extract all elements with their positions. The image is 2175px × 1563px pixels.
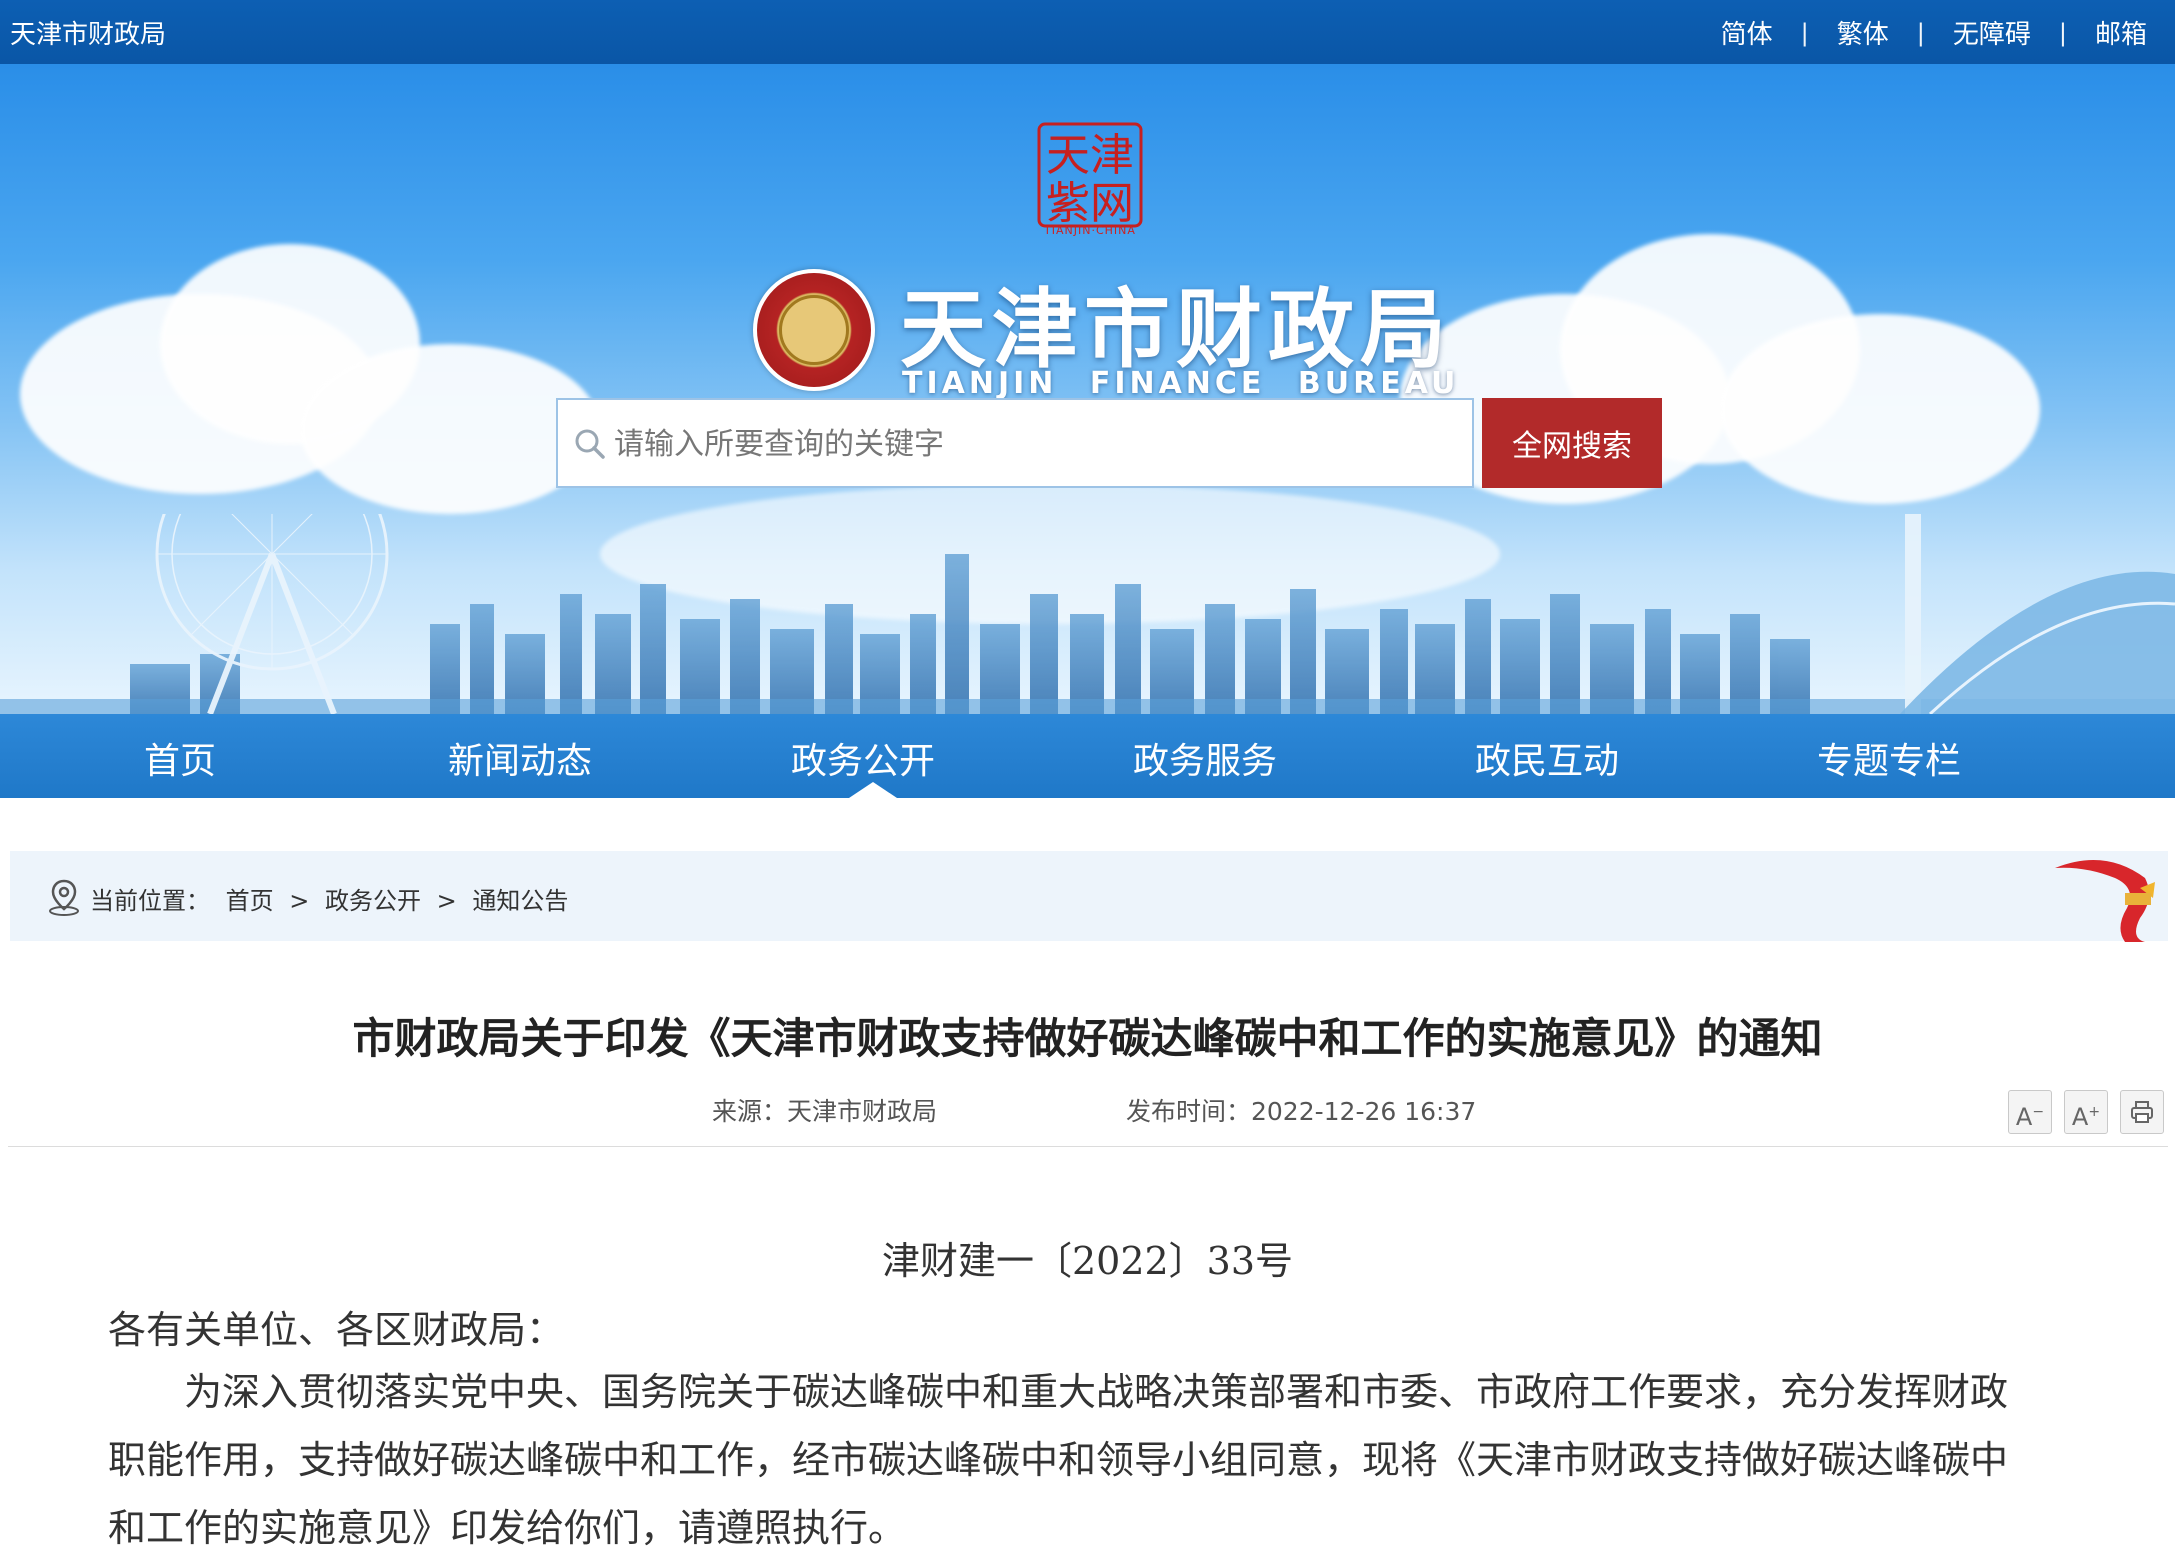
seal-text-bottom: 紫网 bbox=[1046, 178, 1134, 229]
link-traditional[interactable]: 繁体 bbox=[1809, 14, 1917, 51]
top-links: 简体 | 繁体 | 无障碍 | 邮箱 bbox=[1693, 14, 2147, 51]
breadcrumb: 当前位置： 首页 > 政务公开 > 通知公告 bbox=[10, 851, 2168, 941]
print-button[interactable] bbox=[2120, 1090, 2164, 1134]
salutation: 各有关单位、各区财政局： bbox=[108, 1308, 565, 1352]
breadcrumb-separator: > bbox=[436, 887, 457, 915]
article-publish-time: 发布时间：2022-12-26 16:37 bbox=[1126, 1097, 1477, 1126]
article-source: 来源：天津市财政局 bbox=[712, 1097, 938, 1126]
separator: | bbox=[1800, 18, 1809, 47]
seal-logo: 天津 紫网 bbox=[1037, 122, 1143, 229]
breadcrumb-separator: > bbox=[289, 887, 310, 915]
font-decrease-label: A bbox=[2015, 1103, 2033, 1131]
emblem-center bbox=[779, 295, 849, 365]
location-pin-icon bbox=[49, 879, 79, 916]
font-decrease-button[interactable]: A− bbox=[2008, 1090, 2052, 1134]
nav-item-gov-affairs[interactable]: 政务公开 bbox=[791, 732, 935, 784]
site-name[interactable]: 天津市财政局 bbox=[10, 14, 166, 51]
cloud-decoration bbox=[300, 344, 600, 514]
breadcrumb-label: 当前位置： bbox=[90, 887, 210, 915]
link-mailbox[interactable]: 邮箱 bbox=[2067, 14, 2147, 51]
document-number: 津财建一〔2022〕33号 bbox=[881, 1239, 1294, 1283]
nav-item-news[interactable]: 新闻动态 bbox=[448, 732, 592, 784]
site-search-button[interactable]: 全网搜索 bbox=[1482, 398, 1662, 488]
separator: | bbox=[1916, 18, 1925, 47]
link-accessibility[interactable]: 无障碍 bbox=[1925, 14, 2059, 51]
body-paragraph: 为深入贯彻落实党中央、国务院关于碳达峰碳中和重大战略决策部署和市委、市政府工作要… bbox=[108, 1370, 2009, 1550]
top-bar: 天津市财政局 简体 | 繁体 | 无障碍 | 邮箱 bbox=[0, 0, 2175, 64]
link-simplified[interactable]: 简体 bbox=[1693, 14, 1801, 51]
search-box bbox=[556, 398, 1474, 488]
font-increase-label: A bbox=[2071, 1103, 2089, 1131]
nav-item-home[interactable]: 首页 bbox=[144, 732, 216, 784]
separator: | bbox=[2058, 18, 2067, 47]
city-skyline bbox=[0, 514, 2175, 714]
breadcrumb-gov-affairs[interactable]: 政务公开 bbox=[325, 887, 421, 915]
search-input[interactable] bbox=[614, 402, 1464, 486]
search-icon bbox=[575, 429, 605, 459]
cloud-decoration bbox=[1720, 314, 2040, 504]
breadcrumb-home[interactable]: 首页 bbox=[226, 887, 274, 915]
printer-icon bbox=[2131, 1101, 2153, 1123]
ribbon-decoration bbox=[2055, 860, 2155, 942]
bureau-title-english: TIANJIN FINANCE BUREAU bbox=[902, 366, 1460, 401]
article-title: 市财政局关于印发《天津市财政支持做好碳达峰碳中和工作的实施意见》的通知 bbox=[352, 1014, 1823, 1063]
header-banner: 天津 紫网 TIANJIN·CHINA 天津市财政局 TIANJIN FINAN… bbox=[0, 64, 2175, 714]
font-increase-button[interactable]: A+ bbox=[2064, 1090, 2108, 1134]
breadcrumb-notices[interactable]: 通知公告 bbox=[472, 887, 568, 915]
header-divider bbox=[8, 1146, 2168, 1147]
breadcrumb-path: 当前位置： 首页 > 政务公开 > 通知公告 bbox=[90, 881, 576, 916]
seal-text-top: 天津 bbox=[1046, 130, 1134, 181]
nav-item-services[interactable]: 政务服务 bbox=[1133, 732, 1277, 784]
seal-caption: TIANJIN·CHINA bbox=[1044, 224, 1136, 237]
nav-active-indicator bbox=[849, 782, 897, 798]
main-nav: 首页 新闻动态 政务公开 政务服务 政民互动 专题专栏 bbox=[0, 714, 2175, 798]
bureau-emblem bbox=[753, 269, 875, 391]
nav-item-interaction[interactable]: 政民互动 bbox=[1475, 732, 1619, 784]
nav-item-topics[interactable]: 专题专栏 bbox=[1817, 732, 1961, 784]
